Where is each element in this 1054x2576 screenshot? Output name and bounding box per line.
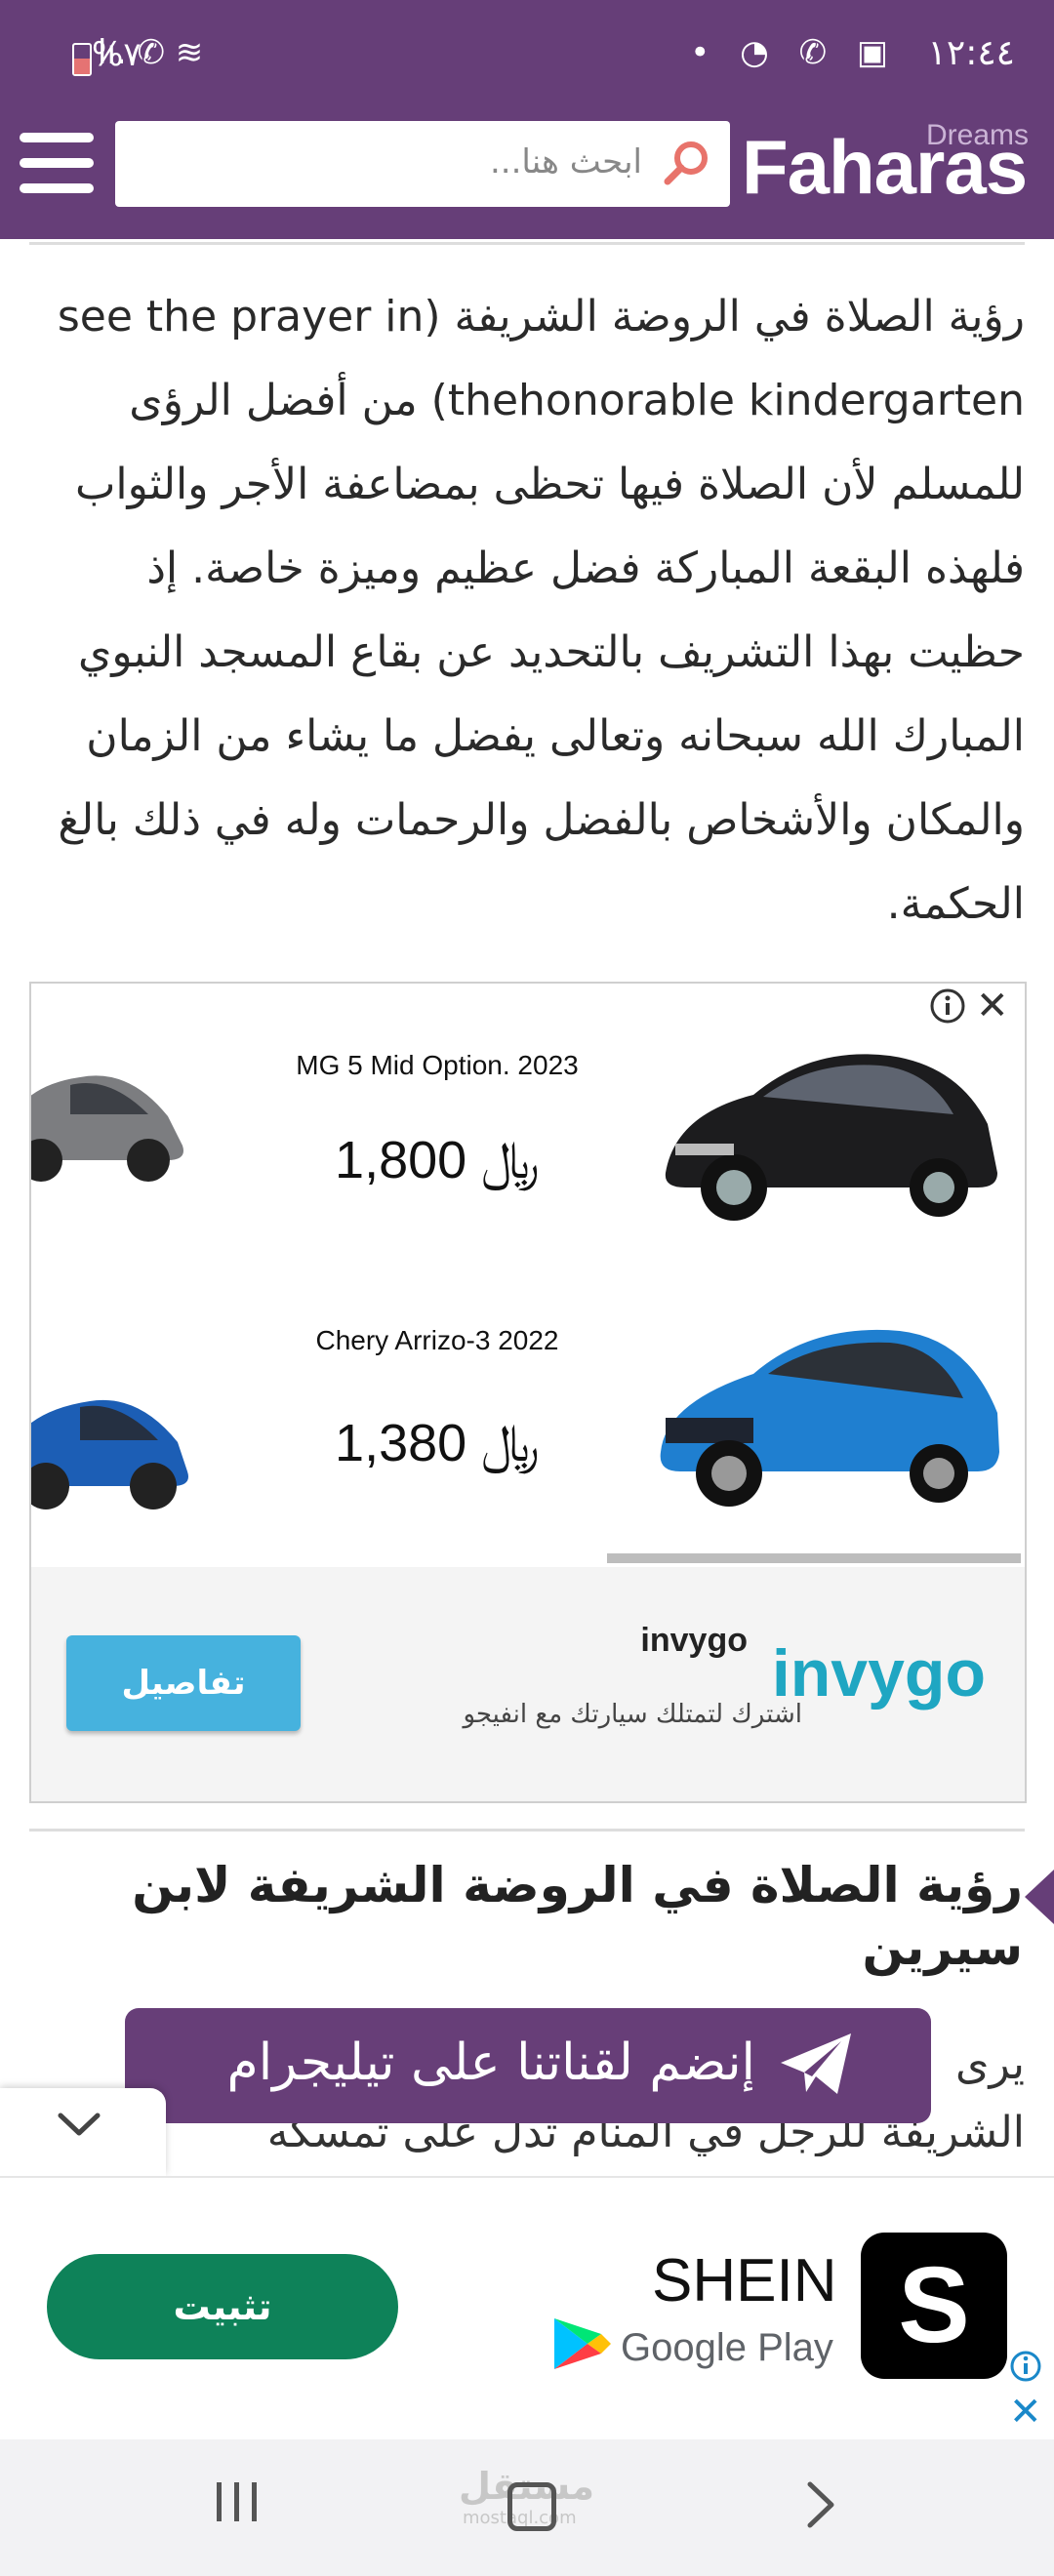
search-icon[interactable]	[660, 137, 712, 189]
back-icon[interactable]	[800, 2480, 839, 2529]
collapse-ad-button[interactable]	[0, 2088, 166, 2176]
app-install-ad[interactable]: تثبيت SHEIN Google Play S ✕	[0, 2176, 1054, 2441]
home-icon[interactable]	[507, 2482, 556, 2531]
car-image-blue[interactable]	[646, 1296, 1007, 1520]
telegram-icon	[781, 2033, 851, 2094]
section-heading: رؤية الصلاة في الروضة الشريفة لابن سيرين	[132, 1857, 1023, 1976]
article-paragraph: رؤية الصلاة في الروضة الشريفة (see the p…	[57, 292, 1025, 929]
system-nav-bar: مستقل mostaql.com	[0, 2439, 1054, 2576]
store-name: Google Play	[621, 2326, 833, 2369]
offer-name: Chery Arrizo-3 2022	[315, 1325, 559, 1355]
status-time: ١٢:٤٤	[927, 33, 1015, 73]
offer-price: 1,380 ﷼	[335, 1414, 540, 1472]
advertiser-logo[interactable]: invygo	[772, 1635, 986, 1711]
header-divider	[29, 242, 1025, 245]
recents-icon[interactable]	[213, 2478, 262, 2525]
carousel-scroll-indicator	[607, 1553, 1021, 1563]
status-bar: ١٢:٤٤ • ◔ ✆ ▣ lı. ✆ ≋ %٧	[0, 0, 1054, 112]
car-image-blue-2[interactable]	[29, 1354, 207, 1520]
search-box[interactable]: ابحث هنا...	[115, 121, 730, 207]
app-icon[interactable]: S	[861, 2233, 1007, 2379]
ad-close-icon[interactable]: ✕	[976, 984, 1009, 1028]
search-placeholder: ابحث هنا...	[489, 142, 642, 181]
notification-icons: • ◔ ✆ ▣	[690, 33, 898, 72]
ad-info-icon[interactable]	[929, 987, 966, 1025]
menu-icon[interactable]	[20, 133, 94, 193]
section-divider	[29, 1829, 1025, 1831]
top-bar: ١٢:٤٤ • ◔ ✆ ▣ lı. ✆ ≋ %٧ Dreams Faharas …	[0, 0, 1054, 239]
offer-name: MG 5 Mid Option. 2023	[296, 1050, 579, 1080]
advertiser-name: invygo	[640, 1622, 748, 1659]
advertiser-tagline: اشترك لتمتلك سيارتك مع انفيجو	[463, 1700, 802, 1729]
battery-level: %٧	[92, 35, 142, 74]
app-name: SHEIN	[652, 2247, 837, 2314]
car-ad[interactable]: ✕ MG 5 Mid Option. 2023 1,800 ﷼ Chery Ar…	[29, 982, 1027, 1803]
ad-footer[interactable]: تفاصيل invygo اشترك لتمتلك سيارتك مع انف…	[31, 1567, 1025, 1801]
ad-close-icon[interactable]: ✕	[1009, 2393, 1042, 2432]
ad-info-icon[interactable]	[1009, 2350, 1042, 2383]
paragraph-start: يرى	[955, 2039, 1025, 2089]
heading-marker	[1025, 1870, 1054, 1924]
logo-word: Faharas	[742, 124, 1028, 210]
site-logo[interactable]: Dreams Faharas	[742, 119, 1044, 217]
offer-price: 1,800 ﷼	[335, 1131, 540, 1189]
car-image-grey[interactable]	[29, 1038, 197, 1194]
car-image-black[interactable]	[646, 1026, 1007, 1231]
install-button[interactable]: تثبيت	[47, 2254, 398, 2359]
telegram-label: إنضم لقناتنا على تيليجرام	[226, 2033, 755, 2092]
chevron-down-icon[interactable]	[55, 2110, 103, 2139]
details-button[interactable]: تفاصيل	[66, 1635, 301, 1731]
telegram-banner[interactable]: إنضم لقناتنا على تيليجرام	[125, 2008, 931, 2123]
battery-fill	[74, 59, 90, 74]
